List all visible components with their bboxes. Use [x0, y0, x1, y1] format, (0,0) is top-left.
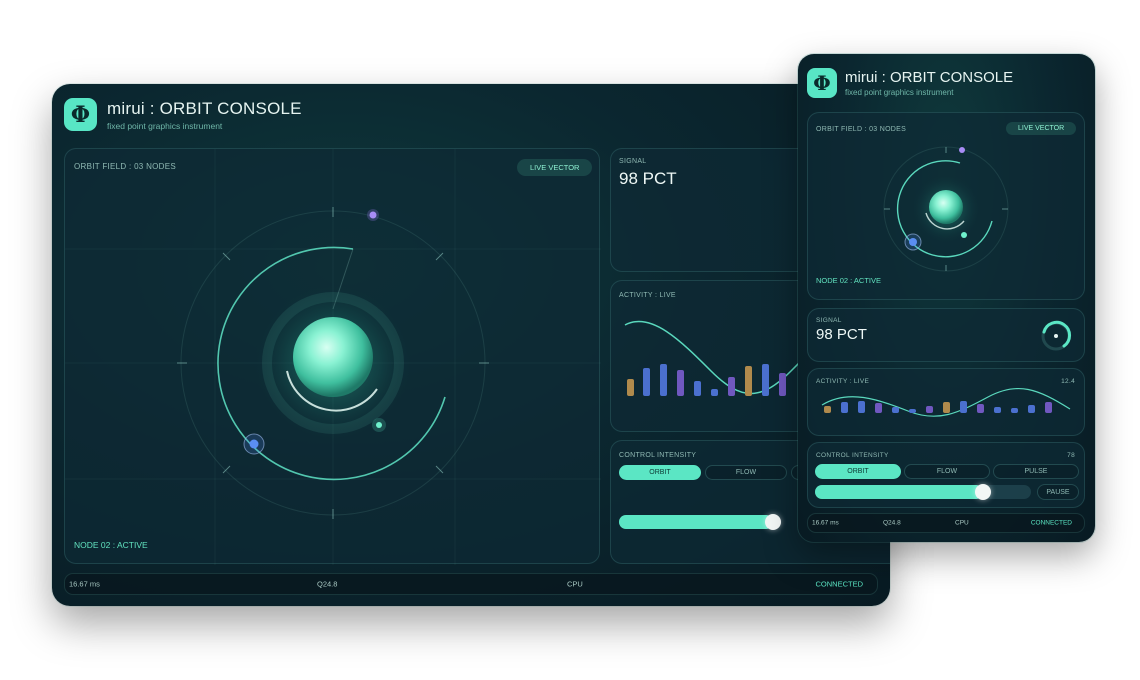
- phi-logo-icon: Φ: [64, 98, 97, 131]
- app-subtitle: fixed point graphics instrument: [107, 120, 223, 131]
- orbit-field-panel-small[interactable]: ORBIT FIELD : 03 NODES LIVE VECTOR NODE …: [807, 112, 1085, 300]
- signal-label: SIGNAL: [619, 158, 647, 165]
- title-block-small: mirui : ORBIT CONSOLE fixed point graphi…: [845, 69, 1013, 97]
- orbit-visual-small: [883, 146, 1009, 272]
- node-blue[interactable]: [249, 439, 259, 449]
- mode-orbit-button[interactable]: ORBIT: [619, 465, 701, 480]
- frame-time: 16.67 ms: [69, 579, 100, 589]
- activity-bar: [858, 401, 865, 413]
- activity-bar: [909, 409, 916, 413]
- activity-bar: [779, 373, 786, 396]
- activity-bar: [892, 407, 899, 413]
- connection-status: CONNECTED: [815, 579, 863, 589]
- activity-bar: [1028, 405, 1035, 413]
- activity-bars: [627, 364, 786, 396]
- activity-panel-small: ACTIVITY : LIVE 12.4: [807, 368, 1085, 436]
- console-window-small: Φ mirui : ORBIT CONSOLE fixed point grap…: [798, 54, 1095, 542]
- node-blue-small[interactable]: [909, 238, 917, 246]
- activity-bar: [960, 401, 967, 413]
- activity-bar: [994, 407, 1001, 413]
- cpu-label: CPU: [567, 579, 583, 589]
- intensity-slider-fill: [815, 485, 983, 499]
- activity-bar: [1011, 408, 1018, 413]
- mode-orbit-button[interactable]: ORBIT: [815, 464, 901, 479]
- phi-logo-icon: Φ: [807, 68, 837, 98]
- signal-panel-small: SIGNAL 98 PCT: [807, 308, 1085, 362]
- intensity-label: INTENSITY: [657, 452, 697, 459]
- activity-bar: [762, 364, 769, 396]
- activity-bar: [643, 368, 650, 396]
- activity-bar: [627, 379, 634, 396]
- number-format: Q24.8: [317, 579, 338, 589]
- activity-chart-small: [821, 387, 1071, 417]
- frame-time: 16.67 ms: [812, 519, 839, 527]
- activity-bar: [694, 381, 701, 396]
- connection-status: CONNECTED: [1030, 519, 1072, 527]
- activity-bar: [841, 402, 848, 413]
- header: Φ mirui : ORBIT CONSOLE fixed point grap…: [64, 98, 302, 131]
- title-block: mirui : ORBIT CONSOLE fixed point graphi…: [107, 99, 302, 131]
- signal-gauge-icon: [1041, 320, 1072, 351]
- status-bar-small: 16.67 ms Q24.8 CPU CONNECTED: [807, 513, 1085, 533]
- node-status: NODE 02 : ACTIVE: [816, 276, 882, 285]
- node-green-small[interactable]: [961, 232, 967, 238]
- intensity-label: INTENSITY: [852, 452, 889, 459]
- intensity-slider[interactable]: [815, 484, 1031, 500]
- intensity-slider-thumb[interactable]: [765, 514, 781, 530]
- intensity-slider-thumb[interactable]: [975, 484, 991, 500]
- mode-pulse-button[interactable]: PULSE: [993, 464, 1079, 479]
- signal-label: SIGNAL: [816, 317, 842, 324]
- activity-bar: [977, 404, 984, 413]
- pause-button[interactable]: PAUSE: [1037, 484, 1079, 500]
- activity-bar: [745, 366, 752, 396]
- node-violet[interactable]: [369, 211, 377, 219]
- intensity-slider[interactable]: [619, 514, 781, 530]
- stage: Φ mirui : ORBIT CONSOLE fixed point grap…: [0, 0, 1140, 680]
- app-subtitle: fixed point graphics instrument: [845, 88, 954, 97]
- console-window-large: Φ mirui : ORBIT CONSOLE fixed point grap…: [52, 84, 890, 606]
- activity-bar: [677, 370, 684, 396]
- orbit-visual: [65, 149, 601, 565]
- intensity-slider-fill: [619, 515, 773, 529]
- signal-value: 98 PCT: [816, 326, 867, 343]
- control-label: CONTROL: [816, 452, 850, 459]
- mode-flow-button[interactable]: FLOW: [904, 464, 990, 479]
- node-green[interactable]: [376, 422, 382, 428]
- activity-bar: [660, 364, 667, 396]
- node-violet-small[interactable]: [959, 147, 965, 153]
- activity-bar: [875, 403, 882, 413]
- node-status: NODE 02 : ACTIVE: [74, 540, 148, 550]
- status-bar: 16.67 ms Q24.8 CPU CONNECTED: [64, 573, 878, 595]
- core-sphere-small: [929, 190, 963, 224]
- control-label: CONTROL: [619, 452, 656, 459]
- mode-flow-button[interactable]: FLOW: [705, 465, 787, 480]
- intensity-value: 78: [1067, 452, 1075, 459]
- app-title: mirui : ORBIT CONSOLE: [845, 69, 1014, 86]
- cpu-label: CPU: [955, 519, 969, 527]
- activity-bar: [824, 406, 831, 413]
- control-panel-small: CONTROL INTENSITY 78 ORBIT FLOW PULSE PA…: [807, 442, 1085, 508]
- core-sphere: [293, 317, 373, 397]
- activity-bar: [711, 389, 718, 396]
- activity-bar: [943, 402, 950, 413]
- activity-bar: [926, 406, 933, 413]
- orbit-field-panel[interactable]: ORBIT FIELD : 03 NODES LIVE VECTOR NODE …: [64, 148, 601, 565]
- number-format: Q24.8: [883, 519, 901, 527]
- activity-bar: [728, 377, 735, 396]
- app-title: mirui : ORBIT CONSOLE: [107, 98, 302, 118]
- header-small: Φ mirui : ORBIT CONSOLE fixed point grap…: [807, 68, 1013, 98]
- activity-bar: [1045, 402, 1052, 413]
- signal-value: 98 PCT: [619, 169, 677, 188]
